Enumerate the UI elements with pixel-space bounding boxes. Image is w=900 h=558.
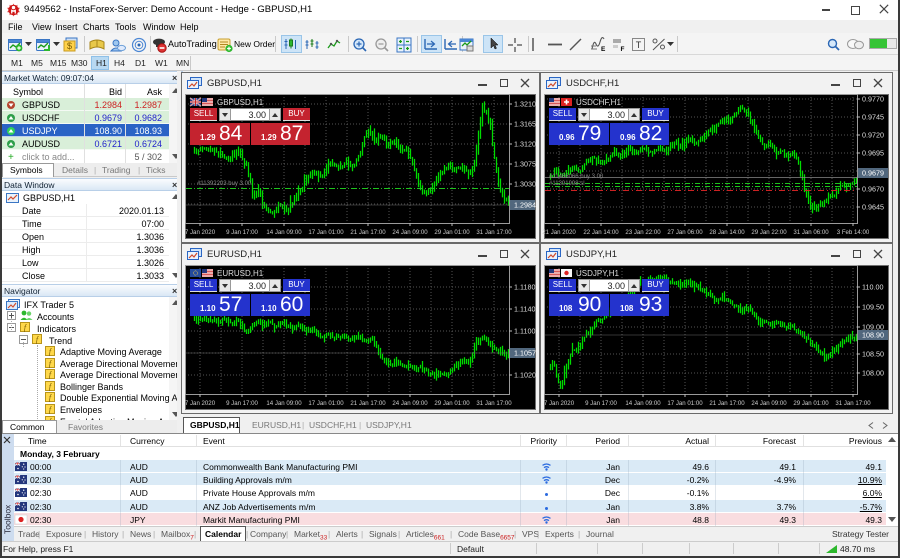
svg-text:1.3030: 1.3030 — [514, 180, 536, 189]
svg-text:1.3075: 1.3075 — [514, 160, 536, 169]
svg-text:29 Jan 01:00: 29 Jan 01:00 — [434, 229, 470, 236]
svg-text:24 Jan 09:00: 24 Jan 09:00 — [392, 400, 428, 407]
svg-text:21 Jan 2020: 21 Jan 2020 — [542, 229, 576, 236]
svg-text:21 Jan 17:00: 21 Jan 17:00 — [350, 400, 386, 407]
svg-text:#11466066 buy 3.00: #11466066 buy 3.00 — [549, 174, 604, 180]
svg-text:17 Jan 01:00: 17 Jan 01:00 — [308, 400, 344, 407]
svg-text:1.1100: 1.1100 — [514, 327, 535, 336]
svg-text:7 Jan 2020: 7 Jan 2020 — [185, 400, 216, 407]
svg-text:9 Jan 17:00: 9 Jan 17:00 — [226, 229, 258, 236]
svg-text:7 Jan 2020: 7 Jan 2020 — [544, 400, 575, 407]
svg-text:14 Jan 09:00: 14 Jan 09:00 — [266, 400, 302, 407]
svg-text:28 Jan 14:00: 28 Jan 14:00 — [709, 229, 745, 236]
svg-text:24 Jan 09:00: 24 Jan 09:00 — [392, 229, 428, 236]
svg-text:27 Jan 06:00: 27 Jan 06:00 — [667, 229, 703, 236]
svg-text:1.3120: 1.3120 — [514, 140, 536, 149]
svg-text:108.00: 108.00 — [862, 369, 884, 378]
svg-text:22 Jan 14:00: 22 Jan 14:00 — [583, 229, 619, 236]
svg-text:$: $ — [67, 41, 72, 51]
svg-text:17 Jan 01:00: 17 Jan 01:00 — [667, 400, 703, 407]
svg-text:0.9645: 0.9645 — [862, 203, 884, 212]
svg-text:1.1180: 1.1180 — [514, 283, 535, 292]
svg-text:29 Jan 01:00: 29 Jan 01:00 — [434, 400, 470, 407]
svg-text:0.9745: 0.9745 — [862, 113, 884, 122]
svg-text:F: F — [621, 46, 625, 53]
svg-text:108.90: 108.90 — [862, 331, 884, 340]
svg-text:7 Jan 2020: 7 Jan 2020 — [185, 229, 216, 236]
svg-text:31 Jan 17:00: 31 Jan 17:00 — [835, 400, 871, 407]
svg-text:0.9670: 0.9670 — [862, 185, 884, 194]
svg-text:3 Feb 14:00: 3 Feb 14:00 — [837, 229, 870, 236]
svg-text:9 Jan 17:00: 9 Jan 17:00 — [585, 400, 617, 407]
svg-text:Toolbox: Toolbox — [3, 504, 13, 534]
svg-text:14 Jan 09:00: 14 Jan 09:00 — [625, 400, 661, 407]
svg-text:1.2984: 1.2984 — [514, 201, 536, 210]
svg-text:1.1020: 1.1020 — [514, 371, 536, 380]
svg-text:1.3210: 1.3210 — [514, 100, 536, 109]
svg-text:29 Jan 22:00: 29 Jan 22:00 — [751, 229, 787, 236]
svg-text:#11391998 sl: #11391998 sl — [549, 181, 585, 187]
svg-text:T: T — [636, 40, 642, 50]
svg-text:21 Jan 17:00: 21 Jan 17:00 — [709, 400, 745, 407]
svg-text:E: E — [601, 46, 606, 53]
svg-text:#11392203 buy 3.00: #11392203 buy 3.00 — [197, 181, 252, 187]
svg-text:14 Jan 09:00: 14 Jan 09:00 — [266, 229, 302, 236]
svg-text:109.50: 109.50 — [862, 303, 884, 312]
svg-text:0.9679: 0.9679 — [862, 169, 884, 178]
svg-text:0.9720: 0.9720 — [862, 131, 884, 140]
svg-text:108.50: 108.50 — [862, 350, 884, 359]
svg-text:21 Jan 17:00: 21 Jan 17:00 — [350, 229, 386, 236]
svg-text:0.9770: 0.9770 — [862, 95, 884, 104]
svg-text:17 Jan 01:00: 17 Jan 01:00 — [308, 229, 344, 236]
svg-text:1.3165: 1.3165 — [514, 120, 536, 129]
svg-text:110.00: 110.00 — [862, 283, 883, 292]
svg-text:9 Jan 17:00: 9 Jan 17:00 — [226, 400, 258, 407]
svg-text:0.9695: 0.9695 — [862, 149, 884, 158]
svg-text:31 Jan 17:00: 31 Jan 17:00 — [476, 400, 512, 407]
svg-text:1.1057: 1.1057 — [514, 349, 536, 358]
svg-text:31 Jan 17:00: 31 Jan 17:00 — [476, 229, 512, 236]
svg-text:24 Jan 09:00: 24 Jan 09:00 — [751, 400, 787, 407]
svg-text:23 Jan 22:00: 23 Jan 22:00 — [625, 229, 661, 236]
svg-text:31 Jan 06:00: 31 Jan 06:00 — [793, 229, 829, 236]
svg-text:29 Jan 01:00: 29 Jan 01:00 — [793, 400, 829, 407]
svg-text:1.1140: 1.1140 — [514, 305, 535, 314]
